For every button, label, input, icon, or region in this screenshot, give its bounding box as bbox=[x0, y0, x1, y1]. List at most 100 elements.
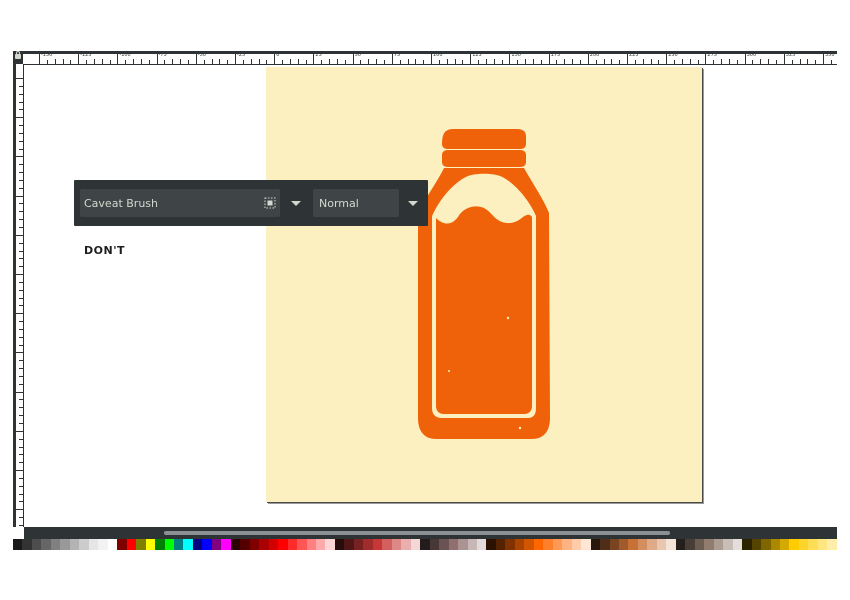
color-swatch[interactable] bbox=[22, 539, 32, 550]
color-swatch[interactable] bbox=[334, 539, 345, 550]
color-swatch[interactable] bbox=[779, 539, 790, 550]
color-swatch[interactable] bbox=[533, 539, 544, 550]
color-swatch[interactable] bbox=[325, 539, 335, 550]
color-swatch[interactable] bbox=[656, 539, 667, 550]
color-swatch[interactable] bbox=[439, 539, 449, 550]
bottle-shape[interactable] bbox=[416, 128, 552, 440]
color-swatch[interactable] bbox=[761, 539, 771, 550]
color-swatch[interactable] bbox=[429, 539, 440, 550]
font-collection-icon[interactable] bbox=[264, 197, 276, 209]
color-swatch[interactable] bbox=[192, 539, 203, 550]
color-swatch[interactable] bbox=[69, 539, 80, 550]
color-swatch[interactable] bbox=[98, 539, 108, 550]
color-swatch[interactable] bbox=[448, 539, 459, 550]
canvas-text-object[interactable]: DON'T bbox=[84, 244, 125, 257]
color-swatch[interactable] bbox=[353, 539, 364, 550]
color-swatch[interactable] bbox=[126, 539, 137, 550]
color-swatch[interactable] bbox=[666, 539, 676, 550]
color-swatch[interactable] bbox=[41, 539, 51, 550]
font-style-combo[interactable]: Normal bbox=[313, 189, 399, 217]
color-swatch[interactable] bbox=[486, 539, 496, 550]
color-swatch[interactable] bbox=[467, 539, 477, 550]
color-swatch[interactable] bbox=[637, 539, 648, 550]
color-swatch[interactable] bbox=[382, 539, 392, 550]
color-swatch[interactable] bbox=[600, 539, 610, 550]
color-swatch[interactable] bbox=[363, 539, 373, 550]
color-swatch[interactable] bbox=[562, 539, 572, 550]
color-swatch[interactable] bbox=[628, 539, 638, 550]
color-swatch[interactable] bbox=[145, 539, 156, 550]
color-swatch[interactable] bbox=[476, 539, 487, 550]
color-swatch[interactable] bbox=[458, 539, 468, 550]
color-swatch[interactable] bbox=[590, 539, 601, 550]
color-swatch[interactable] bbox=[685, 539, 695, 550]
color-swatch[interactable] bbox=[817, 539, 828, 550]
color-swatch[interactable] bbox=[202, 539, 212, 550]
color-swatch[interactable] bbox=[742, 539, 752, 550]
color-swatch[interactable] bbox=[410, 539, 421, 550]
color-swatch[interactable] bbox=[278, 539, 288, 550]
color-swatch[interactable] bbox=[344, 539, 354, 550]
color-swatch[interactable] bbox=[259, 539, 269, 550]
drawing-canvas[interactable]: DON'T bbox=[24, 65, 837, 527]
ruler-corner[interactable] bbox=[13, 51, 23, 64]
color-swatch[interactable] bbox=[88, 539, 99, 550]
color-swatch[interactable] bbox=[732, 539, 743, 550]
color-swatch[interactable] bbox=[221, 539, 231, 550]
horizontal-scrollbar[interactable] bbox=[164, 531, 670, 535]
color-swatch[interactable] bbox=[173, 539, 184, 550]
color-swatch[interactable] bbox=[495, 539, 506, 550]
color-swatch[interactable] bbox=[13, 539, 23, 550]
color-swatch[interactable] bbox=[420, 539, 430, 550]
color-swatch[interactable] bbox=[505, 539, 515, 550]
color-swatch[interactable] bbox=[155, 539, 165, 550]
color-swatch[interactable] bbox=[164, 539, 174, 550]
color-swatch[interactable] bbox=[543, 539, 553, 550]
horizontal-ruler[interactable]: -150 -125 -100 -75 -50 -25 0 25 50 75 100 125 150 175… bbox=[13, 51, 837, 65]
color-swatch[interactable] bbox=[571, 539, 582, 550]
color-swatch[interactable] bbox=[268, 539, 279, 550]
color-swatch[interactable] bbox=[770, 539, 780, 550]
color-swatch[interactable] bbox=[297, 539, 307, 550]
color-swatch[interactable] bbox=[107, 539, 118, 550]
color-swatch[interactable] bbox=[647, 539, 657, 550]
color-swatch[interactable] bbox=[609, 539, 619, 550]
color-swatch[interactable] bbox=[79, 539, 89, 550]
color-swatch[interactable] bbox=[751, 539, 762, 550]
color-swatch[interactable] bbox=[798, 539, 809, 550]
color-swatch[interactable] bbox=[287, 539, 298, 550]
color-swatch[interactable] bbox=[827, 539, 837, 550]
color-swatch[interactable] bbox=[552, 539, 563, 550]
color-swatch[interactable] bbox=[117, 539, 127, 550]
color-swatch[interactable] bbox=[249, 539, 260, 550]
color-swatch[interactable] bbox=[316, 539, 326, 550]
color-swatch[interactable] bbox=[372, 539, 383, 550]
color-swatch[interactable] bbox=[230, 539, 241, 550]
chevron-down-icon[interactable] bbox=[291, 201, 301, 206]
color-swatch[interactable] bbox=[211, 539, 222, 550]
color-swatch[interactable] bbox=[136, 539, 146, 550]
color-swatch[interactable] bbox=[401, 539, 411, 550]
color-swatch[interactable] bbox=[694, 539, 705, 550]
color-swatch[interactable] bbox=[524, 539, 534, 550]
color-swatch[interactable] bbox=[306, 539, 316, 550]
color-swatch[interactable] bbox=[31, 539, 42, 550]
color-swatch[interactable] bbox=[789, 539, 799, 550]
color-swatch[interactable] bbox=[675, 539, 686, 550]
color-swatch[interactable] bbox=[581, 539, 591, 550]
color-swatch[interactable] bbox=[713, 539, 724, 550]
color-swatch[interactable] bbox=[619, 539, 629, 550]
color-swatch[interactable] bbox=[808, 539, 818, 550]
chevron-down-icon[interactable] bbox=[408, 201, 418, 206]
color-swatch[interactable] bbox=[60, 539, 70, 550]
font-family-combo[interactable]: Caveat Brush bbox=[80, 189, 280, 217]
vertical-ruler[interactable] bbox=[13, 64, 24, 527]
color-swatch[interactable] bbox=[723, 539, 733, 550]
color-swatch[interactable] bbox=[514, 539, 525, 550]
color-swatch[interactable] bbox=[704, 539, 714, 550]
lock-icon[interactable] bbox=[15, 51, 21, 59]
color-swatch[interactable] bbox=[50, 539, 61, 550]
color-swatch[interactable] bbox=[391, 539, 402, 550]
color-swatch[interactable] bbox=[183, 539, 193, 550]
color-swatch[interactable] bbox=[240, 539, 250, 550]
